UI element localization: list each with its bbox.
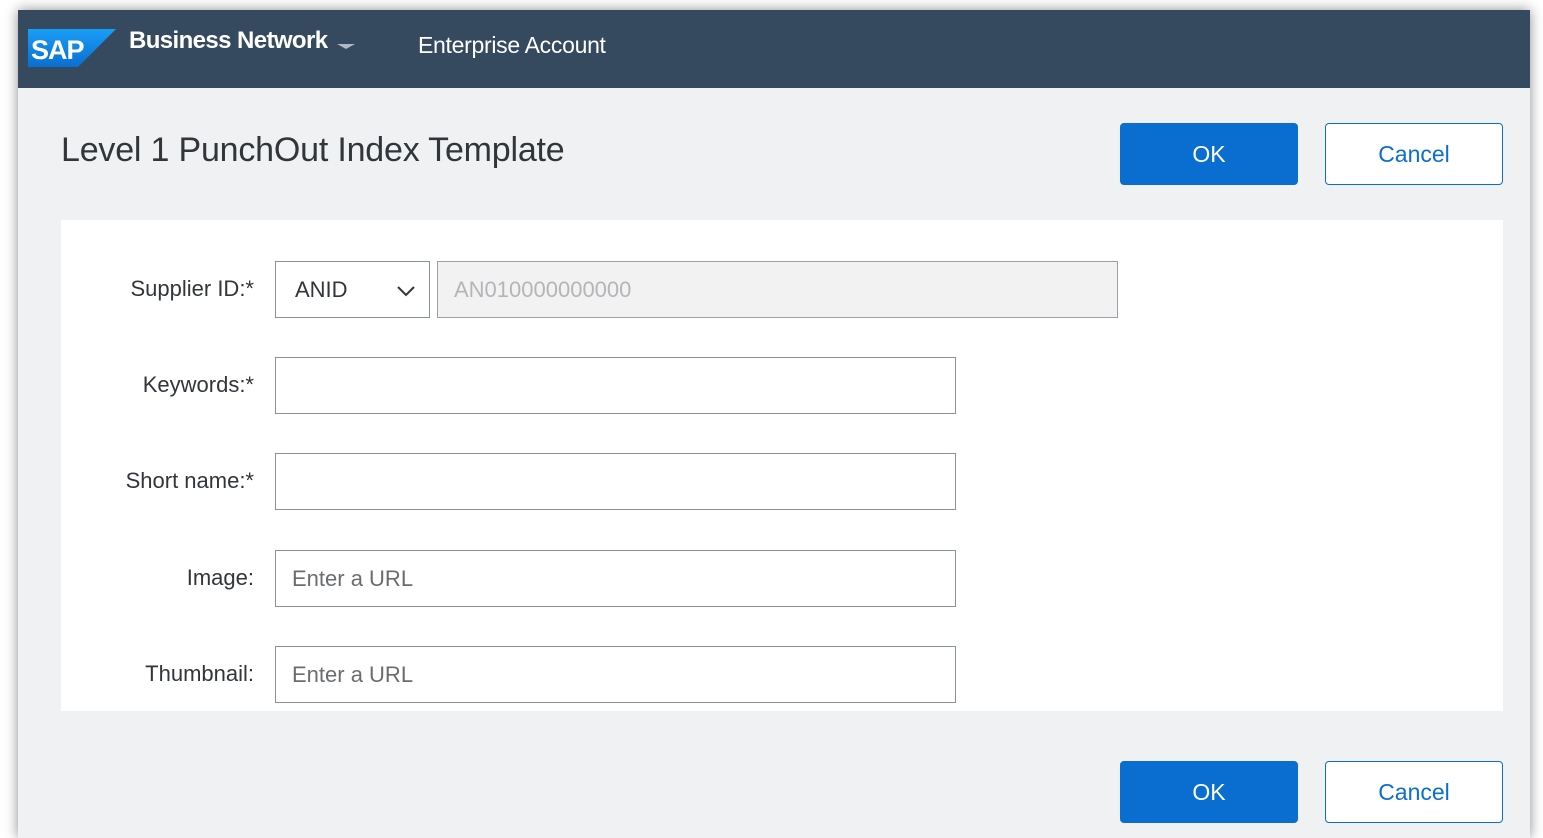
product-name: Business Network bbox=[129, 27, 328, 54]
ok-button-bottom[interactable]: OK bbox=[1120, 761, 1298, 823]
form-panel: Supplier ID:* ANID Keywords:* Short name… bbox=[61, 220, 1503, 711]
supplier-id-label: Supplier ID:* bbox=[130, 276, 254, 301]
cancel-button-top[interactable]: Cancel bbox=[1325, 123, 1503, 185]
short-name-label: Short name:* bbox=[125, 468, 254, 493]
shell-bar: SAP Business Network Enterprise Account bbox=[18, 10, 1530, 88]
account-type-label: Enterprise Account bbox=[418, 32, 606, 58]
sap-logo-text: SAP bbox=[31, 35, 85, 65]
ok-button-top[interactable]: OK bbox=[1120, 123, 1298, 185]
supplier-id-field[interactable] bbox=[437, 261, 1118, 318]
cancel-button-bottom[interactable]: Cancel bbox=[1325, 761, 1503, 823]
product-menu[interactable]: Business Network bbox=[129, 27, 356, 55]
thumbnail-label: Thumbnail: bbox=[145, 661, 254, 686]
caret-down-icon bbox=[337, 43, 356, 49]
page-title: Level 1 PunchOut Index Template bbox=[61, 131, 565, 169]
image-url-input[interactable] bbox=[275, 550, 956, 607]
image-label: Image: bbox=[186, 565, 254, 590]
keywords-label: Keywords:* bbox=[142, 372, 254, 397]
thumbnail-url-input[interactable] bbox=[275, 646, 956, 703]
chevron-down-icon bbox=[397, 286, 415, 297]
supplier-id-type-value: ANID bbox=[295, 276, 348, 302]
keywords-input[interactable] bbox=[275, 357, 956, 414]
supplier-id-type-select[interactable]: ANID bbox=[275, 261, 430, 318]
sap-logo[interactable]: SAP bbox=[28, 29, 116, 67]
short-name-input[interactable] bbox=[275, 453, 956, 510]
app-window: SAP Business Network Enterprise Account … bbox=[18, 10, 1530, 838]
